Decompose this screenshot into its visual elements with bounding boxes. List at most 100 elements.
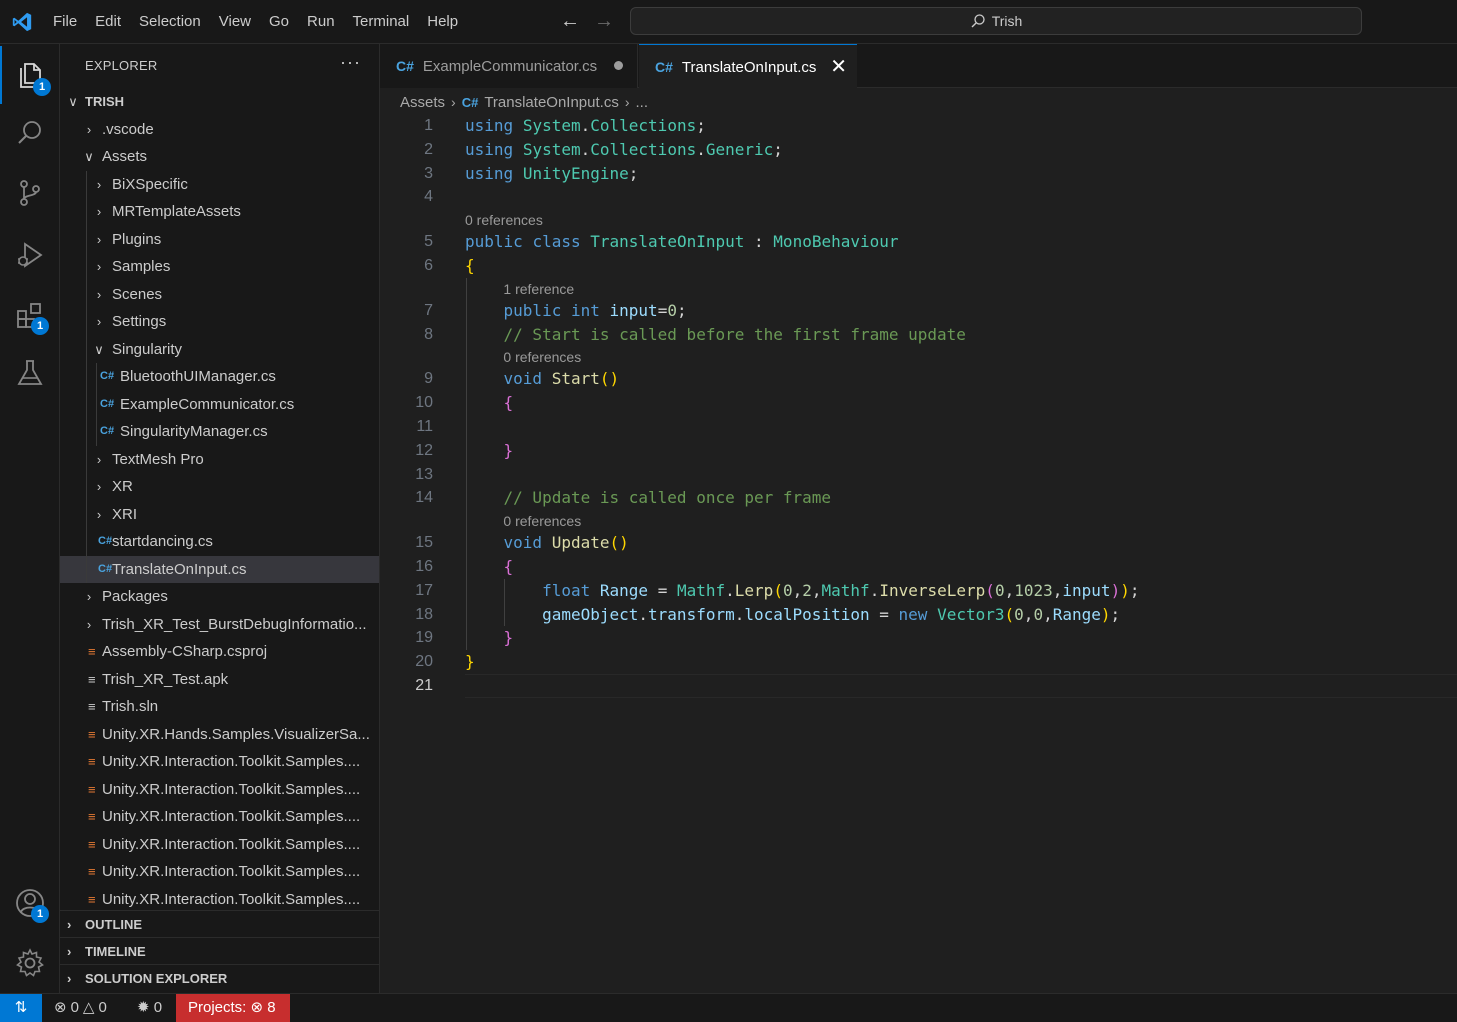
outline-section[interactable]: › OUTLINE (60, 910, 379, 937)
line-number: 6 (424, 257, 433, 274)
editor-tab-bar: C# ExampleCommunicator.cs C# TranslateOn… (380, 44, 1457, 89)
tree-file[interactable]: ≡ Unity.XR.Hands.Samples.VisualizerSa... (60, 721, 379, 749)
code-line[interactable]: 18 gameObject.transform.localPosition = … (380, 603, 1457, 627)
tree-folder[interactable]: › XR (60, 473, 379, 501)
tree-file[interactable]: C# BluetoothUIManager.cs (60, 363, 379, 391)
line-number: 18 (415, 605, 433, 623)
source-control-activity[interactable] (0, 164, 60, 222)
menu-edit[interactable]: Edit (86, 0, 130, 44)
tree-folder[interactable]: › Samples (60, 253, 379, 281)
code-line[interactable]: 11 (380, 415, 1457, 439)
tree-file[interactable]: ≡ Unity.XR.Interaction.Toolkit.Samples...… (60, 886, 379, 914)
code-line[interactable]: 6{ (380, 254, 1457, 278)
tree-file[interactable]: C# SingularityManager.cs (60, 418, 379, 446)
code-line[interactable]: 4 (380, 185, 1457, 209)
run-debug-activity[interactable] (0, 226, 60, 284)
code-line[interactable]: 10 { (380, 391, 1457, 415)
timeline-section[interactable]: › TIMELINE (60, 937, 379, 964)
code-line[interactable]: 15 void Update() (380, 531, 1457, 555)
problems-status[interactable]: ⊗ 0 △ 0 (54, 994, 107, 1022)
breadcrumb-file[interactable]: TranslateOnInput.cs (484, 94, 619, 111)
code-line[interactable]: 8 // Start is called before the first fr… (380, 323, 1457, 347)
breadcrumb-assets[interactable]: Assets (400, 94, 445, 111)
ports-status[interactable]: ✹ 0 (137, 994, 162, 1022)
more-actions-icon[interactable]: ··· (340, 52, 361, 73)
back-arrow-icon[interactable]: ← (560, 10, 580, 32)
code-line[interactable]: 20} (380, 650, 1457, 674)
code-line[interactable]: 5 public class TranslateOnInput : MonoBeh… (380, 230, 1457, 254)
code-line[interactable]: 1 using System.Collections; (380, 114, 1457, 138)
projects-status[interactable]: Projects: ⊗ 8 (176, 994, 290, 1022)
tree-file[interactable]: C# TranslateOnInput.cs (60, 555, 379, 583)
testing-activity[interactable] (0, 344, 60, 402)
codelens-references[interactable]: 0 references (465, 210, 543, 230)
menu-file[interactable]: File (44, 0, 86, 44)
tree-file[interactable]: ≡ Unity.XR.Interaction.Toolkit.Samples...… (60, 803, 379, 831)
menu-view[interactable]: View (210, 0, 260, 44)
code-editor[interactable]: 0 references 1 reference 0 references 0 ref… (380, 114, 1457, 993)
code-line[interactable]: 19 } (380, 626, 1457, 650)
chevron-right-icon: › (96, 506, 102, 522)
tree-file[interactable]: ≡ Assembly-CSharp.csproj (60, 638, 379, 666)
code-line[interactable]: 7 public int input=0; (380, 299, 1457, 323)
tree-folder[interactable]: ∨ Assets (60, 143, 379, 171)
menu-terminal[interactable]: Terminal (344, 0, 419, 44)
tree-folder[interactable]: › Plugins (60, 226, 379, 254)
close-icon[interactable]: ✕ (830, 54, 847, 79)
tree-folder[interactable]: › .vscode (60, 116, 379, 144)
menu-run[interactable]: Run (298, 0, 344, 44)
code-line[interactable]: 2 using System.Collections.Generic; (380, 138, 1457, 162)
command-center-search[interactable]: Trish (630, 7, 1362, 35)
accounts-activity[interactable]: 1 (0, 874, 60, 932)
codelens-references[interactable]: 0 references (503, 511, 581, 531)
tree-folder[interactable]: › Packages (60, 583, 379, 611)
code-line[interactable]: 12 } (380, 439, 1457, 463)
code-line[interactable]: 3 using UnityEngine; (380, 162, 1457, 186)
tree-file[interactable]: ≡ Trish_XR_Test.apk (60, 666, 379, 694)
status-bar: ⇅ ⊗ 0 △ 0 ✹ 0 Projects: ⊗ 8 (0, 993, 1457, 1022)
tree-file[interactable]: ≡ Unity.XR.Interaction.Toolkit.Samples...… (60, 776, 379, 804)
manage-activity[interactable] (0, 934, 60, 992)
tree-file[interactable]: ≡ Unity.XR.Interaction.Toolkit.Samples...… (60, 858, 379, 886)
code-text: // Start is called before the first fram… (503, 324, 966, 344)
solution-explorer-section[interactable]: › SOLUTION EXPLORER (60, 964, 379, 991)
extensions-activity[interactable]: 1 (0, 286, 60, 344)
tab-translate-on-input[interactable]: C# TranslateOnInput.cs ✕ (639, 44, 857, 89)
tree-folder[interactable]: › Trish_XR_Test_BurstDebugInformatio... (60, 611, 379, 639)
tree-item-label: ExampleCommunicator.cs (120, 395, 295, 413)
code-line[interactable]: 17 float Range = Mathf.Lerp(0,2,Mathf.In… (380, 579, 1457, 603)
tab-example-communicator[interactable]: C# ExampleCommunicator.cs (380, 44, 638, 88)
tree-file[interactable]: C# startdancing.cs (60, 528, 379, 556)
menu-go[interactable]: Go (260, 0, 298, 44)
menu-help[interactable]: Help (418, 0, 467, 44)
codelens-references[interactable]: 0 references (503, 347, 581, 367)
codelens-references[interactable]: 1 reference (503, 279, 574, 299)
tree-file[interactable]: ≡ Unity.XR.Interaction.Toolkit.Samples...… (60, 831, 379, 859)
code-line[interactable]: 13 (380, 463, 1457, 487)
outline-section-label: OUTLINE (85, 917, 143, 932)
unsaved-dot-icon[interactable] (614, 61, 623, 70)
menu-selection[interactable]: Selection (130, 0, 210, 44)
tree-file[interactable]: C# ExampleCommunicator.cs (60, 391, 379, 419)
tree-folder[interactable]: › MRTemplateAssets (60, 198, 379, 226)
tree-folder[interactable]: › XRI (60, 501, 379, 529)
line-number: 13 (415, 465, 433, 483)
code-text: { (465, 256, 475, 275)
explorer-activity[interactable]: 1 (0, 46, 60, 104)
tree-file[interactable]: ≡ Trish.sln (60, 693, 379, 721)
tree-folder[interactable]: ∨ Singularity (60, 336, 379, 364)
tree-folder[interactable]: › Settings (60, 308, 379, 336)
breadcrumb-symbol[interactable]: ... (636, 94, 649, 111)
tree-folder[interactable]: › TextMesh Pro (60, 446, 379, 474)
workspace-root[interactable]: ∨ TRISH (60, 88, 379, 116)
code-line[interactable]: 9 void Start() (380, 367, 1457, 391)
tree-folder[interactable]: › Scenes (60, 281, 379, 309)
remote-indicator-icon[interactable]: ⇅ (0, 994, 42, 1022)
tree-folder[interactable]: › BiXSpecific (60, 171, 379, 199)
tree-file[interactable]: ≡ Unity.XR.Interaction.Toolkit.Samples...… (60, 748, 379, 776)
code-line[interactable]: 16 { (380, 555, 1457, 579)
forward-arrow-icon[interactable]: → (594, 10, 614, 32)
code-line[interactable]: 21 (380, 674, 1457, 698)
search-activity[interactable] (0, 104, 60, 162)
code-line[interactable]: 14 // Update is called once per frame (380, 486, 1457, 510)
